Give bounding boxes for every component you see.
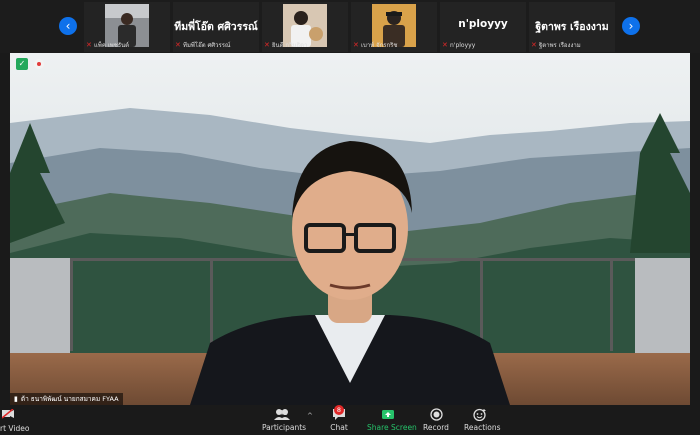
- share-screen-label: Share Screen: [367, 423, 417, 432]
- chevron-right-icon[interactable]: ›: [622, 17, 640, 35]
- mic-muted-icon: ✕: [175, 41, 181, 49]
- participant-tile[interactable]: n'ployyy ✕ n'ployyy: [440, 2, 526, 52]
- participant-display-name: ฐิตาพร เรืองงาม: [535, 21, 609, 33]
- video-label: rt Video: [0, 424, 30, 433]
- mic-muted-icon: ✕: [442, 41, 448, 49]
- speaker-name-tag: ▮ ต้า ธนาพิพัฒน์ นายกสมาคม FYAA: [10, 393, 123, 405]
- participant-name: ทีมพี่โอ๊ต ศศิวรรณ์: [183, 42, 231, 49]
- participant-name: เบาท์ จักรกริช: [361, 42, 398, 49]
- chat-label: Chat: [330, 423, 348, 432]
- chat-unread-badge: 8: [334, 405, 344, 415]
- participant-display-name: ทีมพี่โอ๊ต ศศิวรรณ์: [174, 21, 258, 33]
- shield-icon[interactable]: ✓: [16, 58, 28, 70]
- reactions-button[interactable]: Reactions: [464, 408, 501, 433]
- participant-name: ยินดี กวินธิดา: [272, 42, 308, 49]
- virtual-background-image: [10, 53, 690, 405]
- mic-muted-icon: ✕: [264, 41, 270, 49]
- record-icon: [423, 408, 449, 421]
- record-label: Record: [423, 423, 449, 432]
- meeting-toolbar: rt Video 43 Participants ^ 8 Chat Share …: [0, 405, 700, 435]
- participant-tile[interactable]: ✕ ยินดี กวินธิดา: [262, 2, 348, 52]
- mic-muted-icon: ✕: [86, 41, 92, 49]
- mic-muted-icon: ✕: [353, 41, 359, 49]
- participants-label: Participants: [262, 423, 307, 432]
- chat-icon: 8: [326, 405, 352, 421]
- participant-name: n'ployyy: [450, 42, 476, 49]
- speaker-name: ต้า ธนาพิพัฒน์ นายกสมาคม FYAA: [20, 395, 119, 403]
- chevron-left-icon[interactable]: ‹: [59, 17, 77, 35]
- video-button[interactable]: rt Video: [0, 409, 30, 435]
- record-button[interactable]: Record: [423, 408, 449, 433]
- participant-tile[interactable]: ✕ เบาท์ จักรกริช: [351, 2, 437, 52]
- participant-display-name: n'ployyy: [458, 18, 508, 30]
- share-screen-button[interactable]: Share Screen: [367, 408, 417, 433]
- reactions-icon: [464, 408, 496, 422]
- recording-indicator-icon: [34, 59, 44, 69]
- active-speaker-video: ✓ ▮ ต้า ธนาพิพัฒน์ นายกสมาคม FYAA: [10, 53, 690, 405]
- mic-muted-icon: ✕: [531, 41, 537, 49]
- reactions-label: Reactions: [464, 423, 501, 432]
- participant-name: ฐิตาพร เรืองงาม: [539, 42, 581, 49]
- chevron-up-icon[interactable]: ^: [307, 412, 313, 420]
- participant-tile[interactable]: ✕ แพ็ค เพชรันต์: [84, 2, 170, 52]
- participant-tile[interactable]: ฐิตาพร เรืองงาม ✕ ฐิตาพร เรืองงาม: [529, 2, 615, 52]
- video-off-icon: [2, 409, 14, 419]
- chat-button[interactable]: 8 Chat: [326, 405, 352, 433]
- participant-tile[interactable]: ทีมพี่โอ๊ต ศศิวรรณ์ ✕ ทีมพี่โอ๊ต ศศิวรรณ…: [173, 2, 259, 52]
- participant-name: แพ็ค เพชรันต์: [94, 42, 130, 49]
- signal-bars-icon: ▮: [14, 395, 18, 403]
- share-screen-icon: [367, 408, 409, 421]
- participants-button[interactable]: 43 Participants: [262, 408, 307, 433]
- participants-icon: 43: [262, 408, 302, 421]
- participants-count: 43: [279, 409, 288, 417]
- participant-thumbnail-strip: ‹ ✕ แพ็ค เพชรันต์ ทีมพี่โอ๊ต ศศิวรรณ์ ✕ …: [0, 0, 700, 53]
